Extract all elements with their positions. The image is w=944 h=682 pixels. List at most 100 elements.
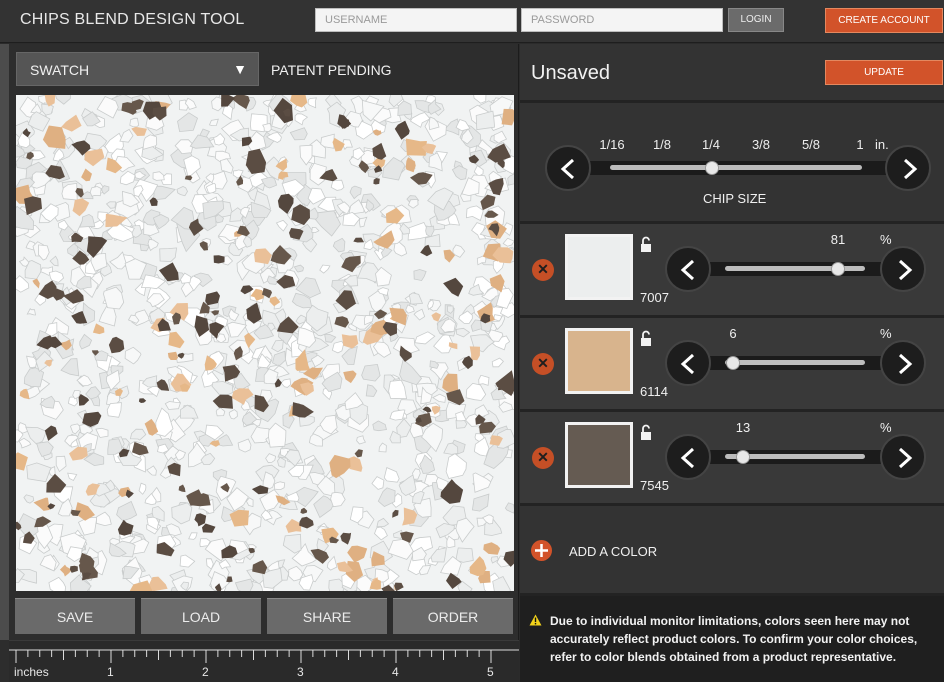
add-color-button[interactable]: ADD A COLOR — [531, 540, 671, 562]
chip-size-tick[interactable]: 1/4 — [696, 137, 726, 152]
password-input[interactable] — [521, 8, 723, 32]
tan-chip — [168, 331, 185, 349]
chip-size-tick[interactable]: 5/8 — [796, 137, 826, 152]
white-chip — [41, 103, 54, 116]
update-button[interactable]: UPDATE — [825, 60, 943, 85]
increase-percent-2-button[interactable] — [880, 340, 926, 386]
white-chip — [277, 456, 286, 468]
username-input[interactable] — [315, 8, 517, 32]
chip-size-tick[interactable]: 1/8 — [647, 137, 677, 152]
white-chip — [502, 237, 514, 247]
white-chip — [307, 97, 317, 109]
remove-color-2-button[interactable]: ✕ — [532, 353, 554, 375]
unlocked-icon[interactable] — [640, 330, 652, 347]
white-chip — [407, 198, 419, 209]
chip-blend-swatch-preview — [16, 95, 514, 591]
chip-size-increase-button[interactable] — [885, 145, 931, 191]
chip-size-slider-track[interactable] — [610, 165, 862, 170]
white-chip — [219, 158, 234, 174]
brown-chip — [354, 449, 363, 458]
white-chip — [493, 130, 508, 144]
white-chip — [282, 533, 302, 554]
white-chip — [294, 113, 309, 126]
remove-color-3-button[interactable]: ✕ — [532, 447, 554, 469]
brown-chip — [292, 402, 314, 418]
white-chip — [356, 435, 366, 445]
chevron-left-icon — [680, 447, 695, 469]
white-chip — [473, 95, 487, 104]
white-chip — [215, 407, 226, 417]
unlocked-icon[interactable] — [640, 424, 652, 441]
chevron-left-icon — [680, 353, 695, 375]
chip-size-tick[interactable]: 1/16 — [597, 137, 627, 152]
decrease-percent-1-button[interactable] — [665, 246, 711, 292]
ruler-label-2: 2 — [202, 665, 209, 679]
white-chip — [324, 333, 337, 343]
save-button[interactable]: SAVE — [15, 598, 135, 634]
white-chip — [473, 164, 484, 177]
tan-chip — [343, 370, 357, 384]
chip-size-decrease-button[interactable] — [545, 145, 591, 191]
white-chip — [428, 116, 440, 131]
color-code-2: 6114 — [640, 384, 668, 399]
brown-chip — [340, 532, 352, 545]
white-chip — [188, 532, 198, 540]
decrease-percent-3-button[interactable] — [665, 434, 711, 480]
brown-chip — [44, 425, 58, 441]
white-chip — [205, 558, 214, 570]
white-chip — [48, 270, 64, 283]
color-swatch-2[interactable] — [565, 328, 633, 394]
chevron-right-icon — [898, 259, 913, 281]
increase-percent-1-button[interactable] — [880, 246, 926, 292]
create-account-button[interactable]: CREATE ACCOUNT — [825, 8, 943, 33]
percent-slider-thumb-1[interactable] — [831, 262, 845, 276]
white-chip — [274, 481, 286, 491]
white-chip — [373, 341, 392, 358]
white-chip — [478, 374, 490, 386]
order-button[interactable]: ORDER — [393, 598, 513, 634]
white-chip — [288, 565, 304, 582]
plus-icon — [531, 540, 552, 561]
divider — [520, 503, 944, 506]
tan-chip — [92, 323, 105, 335]
white-chip — [211, 381, 234, 396]
percent-slider-track-2[interactable] — [725, 360, 865, 365]
white-chip — [67, 472, 78, 482]
remove-color-1-button[interactable]: ✕ — [532, 259, 554, 281]
ruler-label-3: 3 — [297, 665, 304, 679]
inch-ruler: inches 1 2 3 4 5 — [9, 640, 519, 682]
chevron-right-icon — [898, 447, 913, 469]
white-chip — [129, 428, 147, 441]
unlocked-icon[interactable] — [640, 236, 652, 253]
increase-percent-3-button[interactable] — [880, 434, 926, 480]
white-chip — [293, 264, 305, 273]
color-swatch-1[interactable] — [565, 234, 633, 300]
white-chip — [129, 117, 140, 128]
view-mode-select[interactable]: SWATCH ▼ — [16, 52, 259, 86]
percent-value-1: 81 — [830, 232, 846, 247]
white-chip — [48, 576, 67, 591]
white-chip — [26, 308, 36, 316]
color-code-3: 7545 — [640, 478, 669, 493]
chip-size-tick[interactable]: 3/8 — [746, 137, 776, 152]
chip-size-tick[interactable]: 1 — [845, 137, 875, 152]
chip-size-slider-thumb[interactable] — [705, 161, 719, 175]
brown-chip — [334, 316, 349, 328]
white-chip — [504, 502, 514, 514]
white-chip — [152, 171, 165, 181]
percent-slider-thumb-3[interactable] — [736, 450, 750, 464]
white-chip — [272, 350, 286, 367]
share-button[interactable]: SHARE — [267, 598, 387, 634]
percent-slider-thumb-2[interactable] — [726, 356, 740, 370]
color-swatch-3[interactable] — [565, 422, 633, 488]
white-chip — [180, 404, 199, 419]
brown-chip — [117, 519, 134, 536]
warning-icon — [529, 614, 542, 626]
white-chip — [330, 179, 345, 191]
white-chip — [374, 526, 388, 541]
decrease-percent-2-button[interactable] — [665, 340, 711, 386]
login-button[interactable]: LOGIN — [728, 8, 784, 32]
load-button[interactable]: LOAD — [141, 598, 261, 634]
white-chip — [124, 346, 142, 365]
white-chip — [431, 393, 446, 403]
